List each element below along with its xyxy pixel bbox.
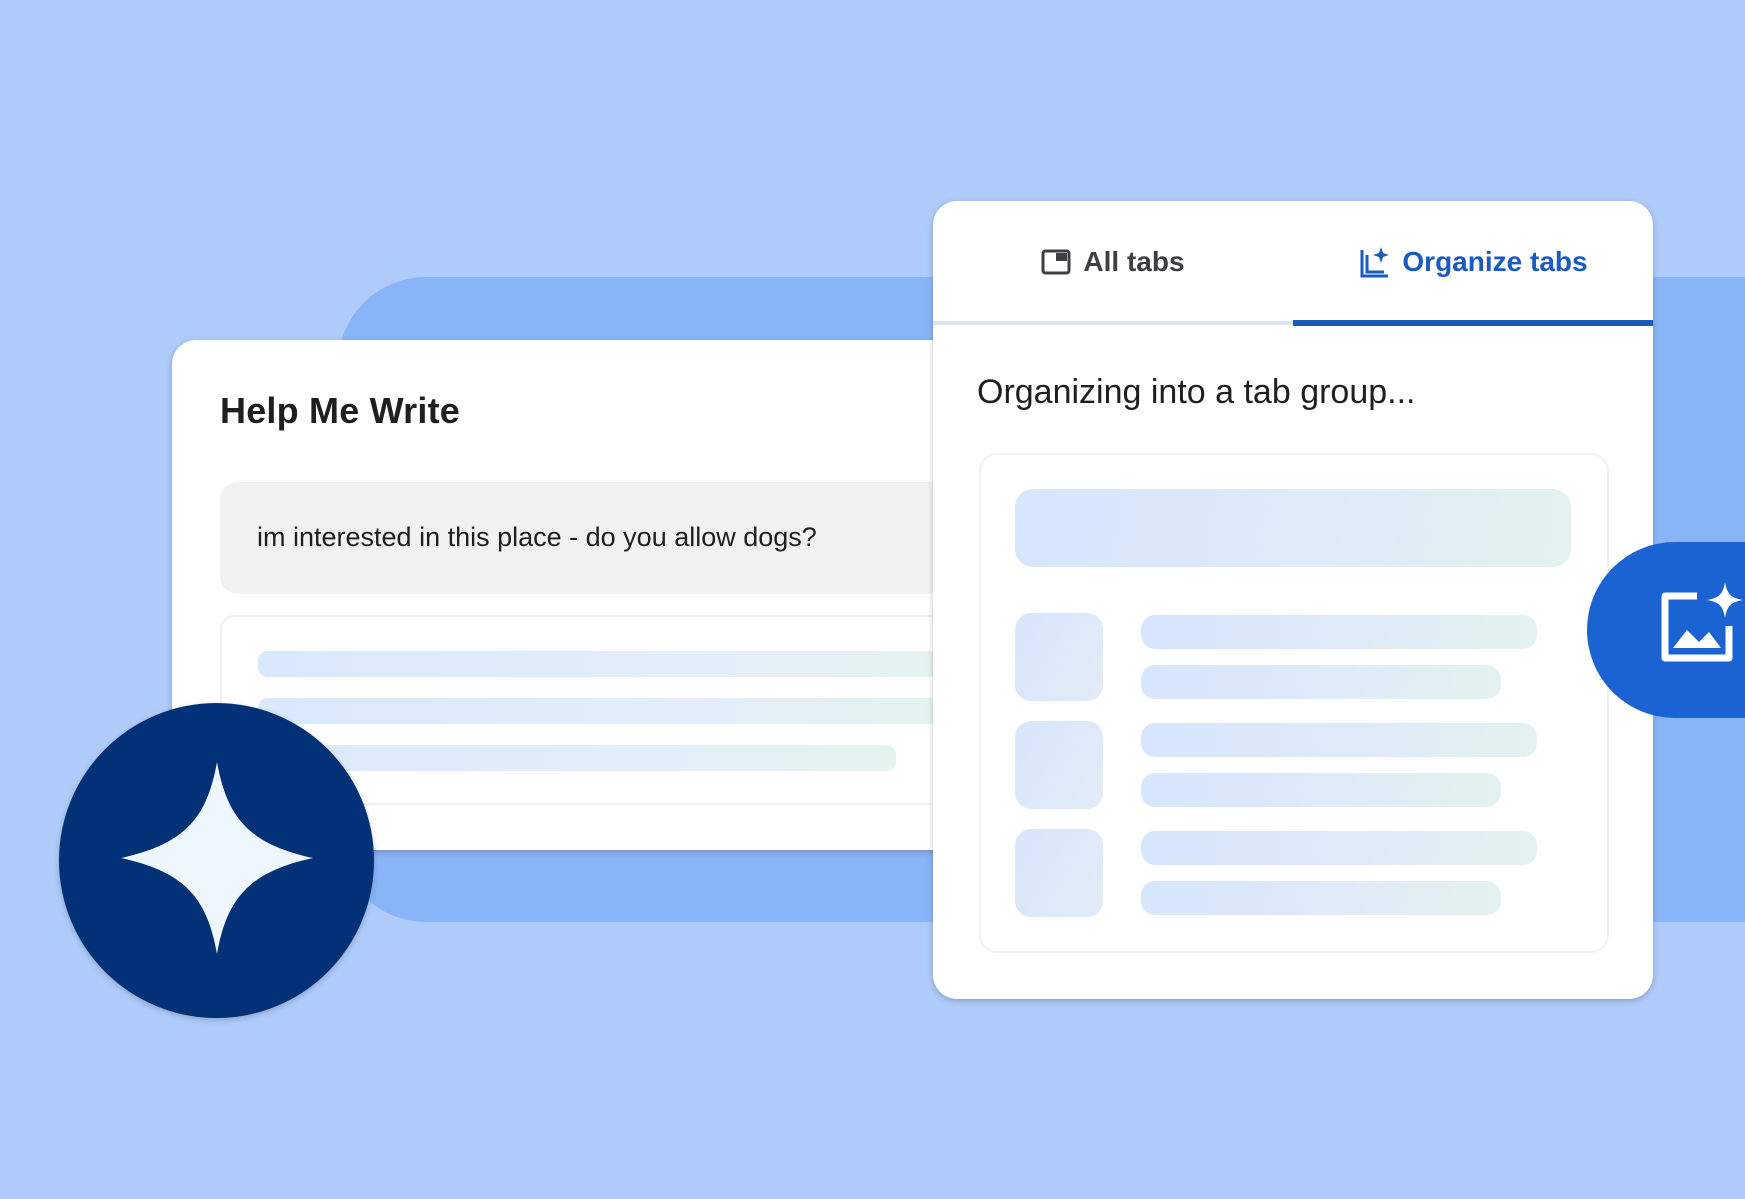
tab-all-tabs-label: All tabs xyxy=(1083,246,1185,277)
prompt-input[interactable]: im interested in this place - do you all… xyxy=(220,482,972,594)
skeleton-line xyxy=(1141,773,1501,807)
skeleton-line xyxy=(1141,665,1501,699)
sparkle-badge xyxy=(59,703,374,1018)
tab-organize-tabs-label: Organize tabs xyxy=(1402,246,1588,277)
skeleton-thumbnail xyxy=(1015,613,1103,701)
skeleton-line xyxy=(1141,881,1501,915)
placeholder-line xyxy=(258,651,974,677)
skeleton-thumbnail xyxy=(1015,721,1103,809)
four-point-sparkle-icon xyxy=(119,760,315,961)
placeholder-line xyxy=(258,745,896,771)
tab-underline xyxy=(933,321,1293,325)
skeleton-line xyxy=(1141,723,1537,757)
tab-organizer-card: All tabs Organize tabs Organizing into a… xyxy=(933,201,1653,999)
tab-all-tabs[interactable]: All tabs xyxy=(933,201,1293,323)
prompt-text: im interested in this place - do you all… xyxy=(257,522,817,552)
placeholder-line xyxy=(258,698,974,724)
organizing-status: Organizing into a tab group... xyxy=(977,373,1416,411)
help-me-write-title: Help Me Write xyxy=(220,390,460,431)
tab-group-skeleton xyxy=(979,453,1609,953)
tab-organize-tabs[interactable]: Organize tabs xyxy=(1293,201,1653,323)
organize-tabs-sparkle-icon xyxy=(1358,246,1390,278)
active-tab-indicator xyxy=(1293,320,1653,326)
tab-window-icon xyxy=(1041,249,1071,275)
skeleton-line xyxy=(1141,831,1537,865)
image-sparkle-icon xyxy=(1657,582,1745,671)
skeleton-line xyxy=(1141,615,1537,649)
skeleton-thumbnail xyxy=(1015,829,1103,917)
skeleton-header xyxy=(1015,489,1571,567)
